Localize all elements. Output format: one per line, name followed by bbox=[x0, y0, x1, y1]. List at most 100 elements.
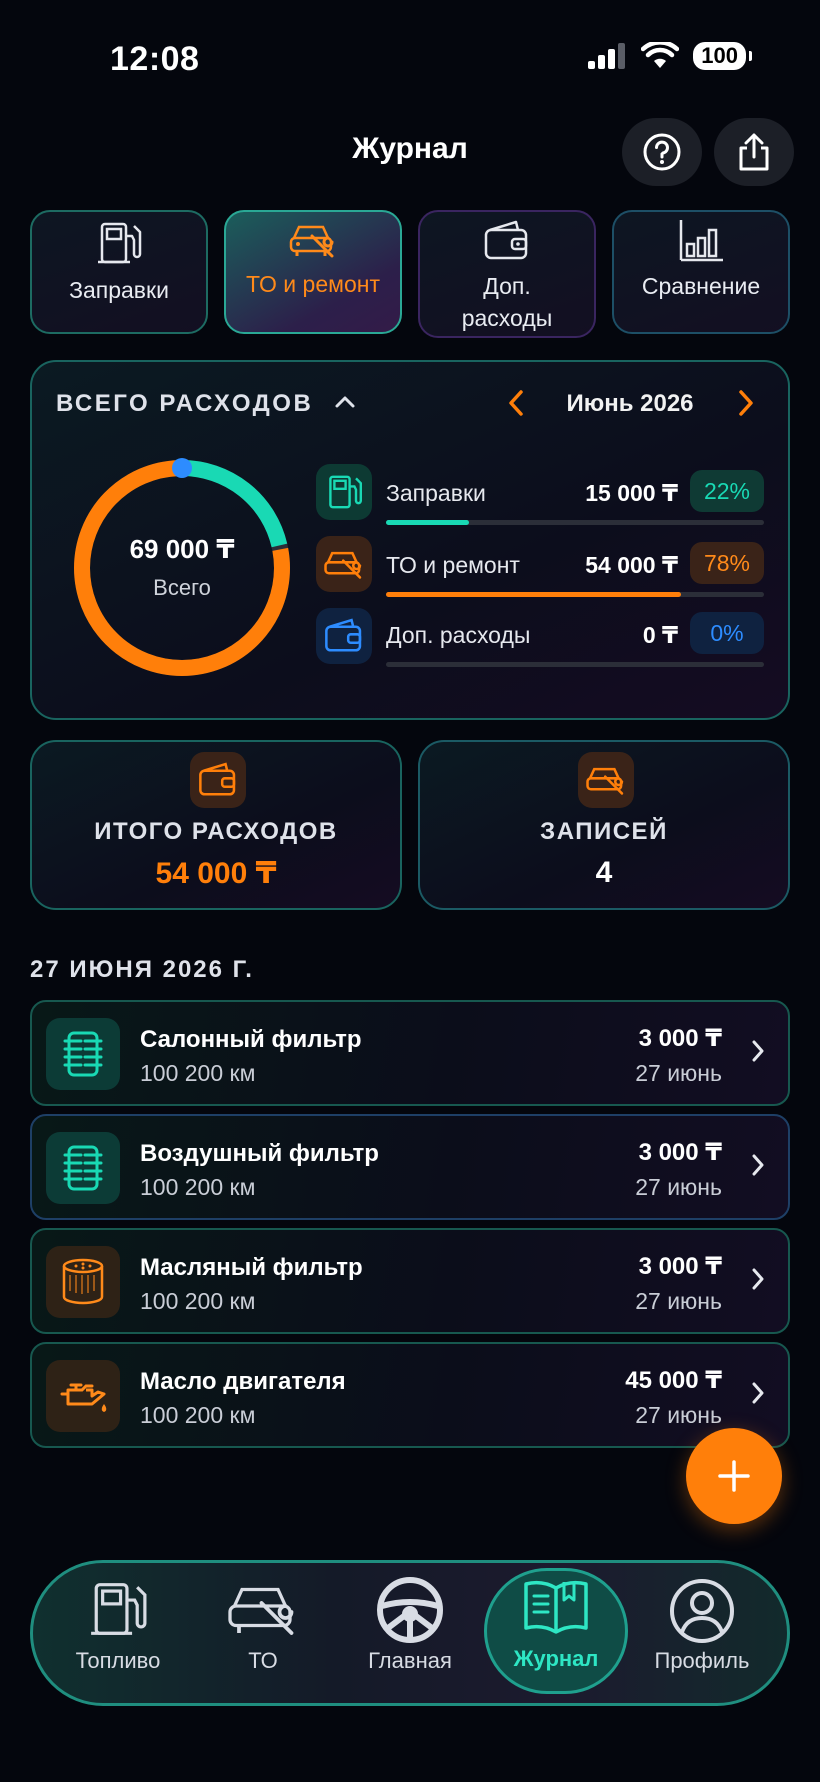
steering-wheel-icon bbox=[377, 1577, 443, 1643]
breakdown-maintenance-amount: 54 000 ₸ bbox=[585, 552, 678, 578]
plus-icon bbox=[718, 1460, 750, 1492]
month-label: Июнь 2026 bbox=[566, 390, 694, 417]
breakdown-extra-track bbox=[386, 662, 764, 667]
oil-filter-icon bbox=[62, 1258, 104, 1305]
breakdown-fuel-icon-wrap bbox=[316, 464, 372, 520]
cabin-filter-icon bbox=[63, 1031, 103, 1077]
chevron-up-icon bbox=[335, 396, 355, 408]
entry-mileage: 100 200 км bbox=[140, 1174, 256, 1200]
help-button[interactable] bbox=[622, 118, 702, 186]
nav-item-home[interactable]: Главная bbox=[340, 1576, 480, 1694]
records-icon-wrap bbox=[578, 752, 634, 808]
donut-total-label: Всего bbox=[153, 575, 211, 600]
summary-title[interactable]: ВСЕГО РАСХОДОВ bbox=[56, 390, 356, 418]
breakdown-maintenance-bar bbox=[386, 592, 681, 597]
wallet-icon bbox=[325, 618, 362, 652]
chevron-right-icon bbox=[752, 1040, 764, 1062]
breakdown-extra-icon-wrap bbox=[316, 608, 372, 664]
list-item[interactable]: Масляный фильтр 100 200 км 3 000 ₸ 27 ию… bbox=[30, 1228, 790, 1334]
tab-fuel-label: Заправки bbox=[69, 277, 169, 303]
wifi-icon bbox=[641, 42, 680, 68]
entry-date: 27 июнь bbox=[635, 1060, 722, 1086]
chevron-right-icon bbox=[739, 390, 753, 416]
breakdown-fuel-amount: 15 000 ₸ bbox=[585, 480, 678, 506]
entry-title: Воздушный фильтр bbox=[140, 1140, 379, 1167]
list-item[interactable]: Масло двигателя 100 200 км 45 000 ₸ 27 и… bbox=[30, 1342, 790, 1448]
nav-label: ТО bbox=[248, 1648, 278, 1673]
nav-label: Профиль bbox=[654, 1648, 750, 1673]
tab-maintenance[interactable]: ТО и ремонт bbox=[224, 210, 402, 334]
tab-extra-expenses-label: Доп. расходы bbox=[461, 273, 553, 331]
donut-total: 69 000 ₸ bbox=[129, 534, 235, 564]
chevron-right-icon bbox=[752, 1382, 764, 1404]
breakdown-maintenance-icon-wrap bbox=[316, 536, 372, 592]
breakdown-fuel-bar bbox=[386, 520, 470, 525]
fuel-pump-icon bbox=[91, 1583, 147, 1635]
breakdown-maintenance-track bbox=[386, 592, 764, 597]
breakdown-fuel-track bbox=[386, 520, 764, 525]
chevron-right-icon bbox=[752, 1154, 764, 1176]
car-wrench-icon bbox=[228, 1587, 294, 1635]
chevron-left-icon bbox=[509, 390, 523, 416]
list-item[interactable]: Воздушный фильтр 100 200 км 3 000 ₸ 27 и… bbox=[30, 1114, 790, 1220]
nav-item-profile[interactable]: Профиль bbox=[632, 1576, 772, 1694]
breakdown-extra-name: Доп. расходы bbox=[386, 622, 531, 648]
breakdown-fuel-name: Заправки bbox=[386, 480, 486, 506]
breakdown-extra-percent: 0% bbox=[690, 612, 764, 654]
tab-compare-label: Сравнение bbox=[641, 273, 761, 299]
entry-amount: 3 000 ₸ bbox=[638, 1139, 722, 1166]
tab-extra-expenses[interactable]: Доп. расходы bbox=[418, 210, 596, 338]
status-icons: 100 bbox=[587, 42, 752, 70]
wallet-icon bbox=[484, 220, 528, 260]
total-expenses-value: 54 000 ₸ bbox=[155, 857, 277, 890]
add-entry-button[interactable] bbox=[686, 1428, 782, 1524]
bar-chart-icon bbox=[679, 220, 723, 262]
battery-indicator: 100 bbox=[693, 42, 752, 70]
list-item[interactable]: Салонный фильтр 100 200 км 3 000 ₸ 27 ию… bbox=[30, 1000, 790, 1106]
entry-date: 27 июнь bbox=[635, 1402, 722, 1428]
book-icon bbox=[524, 1580, 588, 1634]
chevron-right-icon bbox=[752, 1268, 764, 1290]
cabin-filter-icon-wrap bbox=[46, 1018, 120, 1090]
share-button[interactable] bbox=[714, 118, 794, 186]
tab-compare[interactable]: Сравнение bbox=[612, 210, 790, 334]
fuel-pump-icon bbox=[98, 222, 142, 264]
nav-label: Топливо bbox=[75, 1648, 161, 1673]
user-icon bbox=[670, 1579, 734, 1643]
oil-filter-icon-wrap bbox=[46, 1246, 120, 1318]
nav-label: Главная bbox=[368, 1648, 452, 1673]
entry-title: Масляный фильтр bbox=[140, 1254, 363, 1281]
nav-item-maintenance[interactable]: ТО bbox=[193, 1576, 333, 1694]
date-group-header: 27 ИЮНЯ 2026 Г. bbox=[30, 956, 254, 983]
breakdown-extra-amount: 0 ₸ bbox=[642, 622, 678, 648]
status-time: 12:08 bbox=[110, 40, 200, 78]
prev-month-button[interactable] bbox=[504, 388, 528, 423]
cellular-signal-icon bbox=[588, 43, 626, 69]
donut-segment-extra bbox=[172, 458, 192, 478]
records-label: ЗАПИСЕЙ bbox=[540, 818, 668, 845]
records-count-card: ЗАПИСЕЙ 4 bbox=[418, 740, 790, 910]
entry-mileage: 100 200 км bbox=[140, 1402, 256, 1428]
next-month-button[interactable] bbox=[734, 388, 758, 423]
air-filter-icon-wrap bbox=[46, 1132, 120, 1204]
entry-date: 27 июнь bbox=[635, 1288, 722, 1314]
oil-can-icon bbox=[60, 1383, 107, 1412]
air-filter-icon bbox=[63, 1145, 103, 1191]
car-wrench-icon bbox=[586, 767, 624, 795]
entry-amount: 3 000 ₸ bbox=[638, 1253, 722, 1280]
tab-fuel[interactable]: Заправки bbox=[30, 210, 208, 334]
car-wrench-icon bbox=[324, 551, 362, 579]
tab-maintenance-label: ТО и ремонт bbox=[246, 271, 380, 297]
entry-title: Масло двигателя bbox=[140, 1368, 346, 1395]
entry-amount: 45 000 ₸ bbox=[625, 1367, 722, 1394]
car-wrench-icon bbox=[289, 225, 334, 258]
nav-item-fuel[interactable]: Топливо bbox=[48, 1576, 188, 1694]
total-expenses-icon-wrap bbox=[190, 752, 246, 808]
nav-item-journal[interactable]: Журнал bbox=[486, 1576, 626, 1694]
nav-label: Журнал bbox=[513, 1646, 599, 1671]
breakdown-fuel-percent: 22% bbox=[690, 470, 764, 512]
question-icon bbox=[643, 133, 681, 171]
breakdown-maintenance-name: ТО и ремонт bbox=[386, 552, 520, 578]
fuel-pump-icon bbox=[329, 475, 362, 509]
entry-mileage: 100 200 км bbox=[140, 1060, 256, 1086]
